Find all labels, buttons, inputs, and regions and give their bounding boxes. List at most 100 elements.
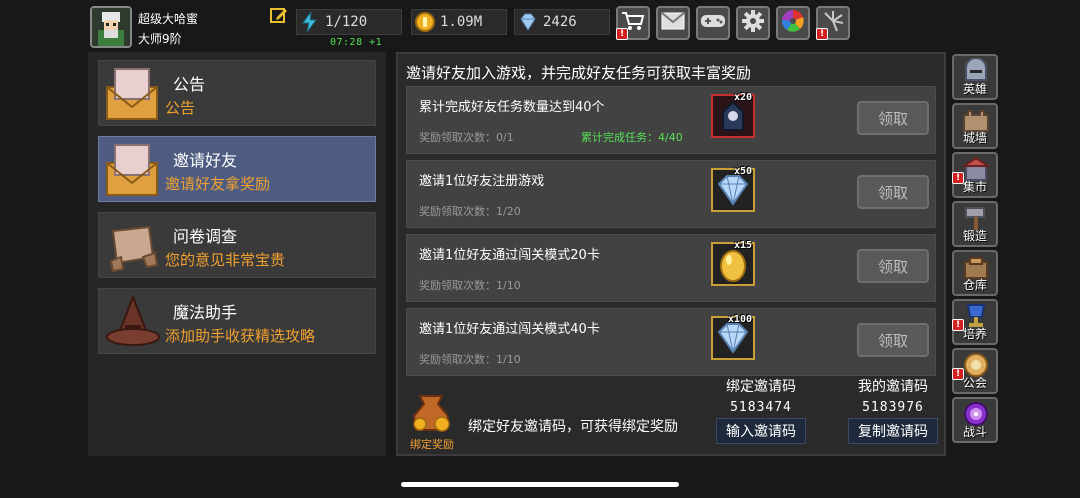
invite-header: 邀请好友加入游戏，并完成好友任务可获取丰富奖励 [406, 64, 752, 82]
input-code-button[interactable]: 输入邀请码 [716, 418, 806, 444]
my-code-label: 我的邀请码 [858, 379, 928, 395]
color-wheel-icon [781, 9, 805, 37]
sidebar-wall-button[interactable]: 城墙 [952, 103, 998, 149]
sidebar-label: 培养 [962, 327, 987, 341]
sidebar-label: 仓库 [962, 278, 987, 292]
claim-button[interactable]: 领取 [857, 323, 929, 357]
task-claim-count: 奖励领取次数：0/1 [419, 131, 514, 144]
reward-item[interactable]: x20 [711, 92, 755, 140]
left-menu-panel: 公告 公告 邀请好友 邀请好友拿奖励 问卷调查 您的意见非常宝贵 魔法助手 添加… [88, 52, 386, 456]
envelope-icon [103, 65, 161, 123]
sidebar-label: 锻造 [962, 229, 987, 243]
sidebar-forge-button[interactable]: 锻造 [952, 201, 998, 247]
gold-display: 1.09M [411, 9, 507, 35]
reward-item[interactable]: x100 [711, 314, 755, 362]
task-title: 邀请1位好友注册游戏 [419, 174, 545, 189]
menu-item-announcement[interactable]: 公告 公告 [98, 60, 376, 126]
reward-item[interactable]: x50 [711, 166, 755, 214]
reward-item[interactable]: x15 [711, 240, 755, 288]
loot-bag-icon [406, 386, 456, 434]
bound-code-label: 绑定邀请码 [726, 379, 796, 395]
gem-icon [517, 11, 539, 33]
player-rank: 大师9阶 [138, 32, 182, 46]
task-row: 累计完成好友任务数量达到40个 奖励领取次数：0/1 累计完成任务：4/40 x… [406, 86, 936, 154]
energy-display: 1/120 [296, 9, 402, 35]
task-row: 邀请1位好友通过闯关模式40卡 奖励领取次数：1/10 x100 领取 [406, 308, 936, 376]
bound-code-column: 绑定邀请码 5183474 输入邀请码 [706, 376, 816, 444]
menu-title: 邀请好友 [173, 151, 238, 170]
task-title: 邀请1位好友通过闯关模式40卡 [419, 322, 600, 337]
player-avatar[interactable] [90, 6, 132, 48]
diamond-icon [713, 175, 753, 214]
bind-description: 绑定好友邀请码，可获得绑定奖励 [468, 419, 678, 435]
lightning-icon [299, 11, 321, 33]
claim-button[interactable]: 领取 [857, 175, 929, 209]
invite-panel: 邀请好友加入游戏，并完成好友任务可获取丰富奖励 累计完成好友任务数量达到40个 … [396, 52, 946, 456]
alert-badge: ! [616, 28, 628, 40]
color-wheel-button[interactable] [776, 6, 810, 40]
sidebar-hero-button[interactable]: 英雄 [952, 54, 998, 100]
diamond-icon [713, 323, 753, 362]
task-claim-count: 奖励领取次数：1/20 [419, 205, 521, 218]
home-indicator[interactable] [401, 482, 679, 487]
reward-quantity: x100 [727, 314, 752, 325]
menu-title: 问卷调查 [173, 227, 238, 246]
task-row: 邀请1位好友注册游戏 奖励领取次数：1/20 x50 领取 [406, 160, 936, 228]
menu-title: 公告 [173, 75, 206, 94]
task-row: 邀请1位好友通过闯关模式20卡 奖励领取次数：1/10 x15 领取 [406, 234, 936, 302]
bind-code-area: 绑定奖励 绑定好友邀请码，可获得绑定奖励 绑定邀请码 5183474 输入邀请码… [406, 376, 938, 451]
alert-badge: ! [816, 28, 828, 40]
reward-quantity: x50 [733, 166, 752, 177]
task-progress: 累计完成任务：4/40 [581, 131, 683, 144]
sidebar-label: 英雄 [962, 82, 987, 96]
player-name: 超级大哈蜜 [138, 12, 199, 26]
hooded-figure-icon [713, 100, 753, 140]
task-title: 邀请1位好友通过闯关模式20卡 [419, 248, 600, 263]
sidebar-label: 公会 [962, 376, 987, 390]
sidebar-label: 集市 [962, 180, 987, 194]
energy-value: 1/120 [325, 14, 368, 30]
sidebar-train-button[interactable]: ! 培养 [952, 299, 998, 345]
bind-reward-label: 绑定奖励 [410, 438, 454, 451]
gem-value: 2426 [543, 14, 577, 30]
sidebar-label: 城墙 [962, 131, 987, 145]
settings-button[interactable] [736, 6, 770, 40]
envelope-icon [103, 141, 161, 199]
sidebar-battle-button[interactable]: 战斗 [952, 397, 998, 443]
task-claim-count: 奖励领取次数：1/10 [419, 279, 521, 292]
menu-title: 魔法助手 [173, 303, 238, 322]
claim-button[interactable]: 领取 [857, 249, 929, 283]
edit-name-icon[interactable] [270, 6, 288, 24]
reward-quantity: x20 [733, 92, 752, 103]
menu-item-magic-assistant[interactable]: 魔法助手 添加助手收获精选攻略 [98, 288, 376, 354]
menu-subtitle: 邀请好友拿奖励 [165, 175, 271, 193]
scroll-icon [103, 217, 161, 275]
menu-subtitle: 公告 [165, 99, 196, 117]
copy-code-button[interactable]: 复制邀请码 [848, 418, 938, 444]
mail-icon [661, 12, 685, 34]
bound-code-value: 5183474 [730, 400, 792, 415]
golden-egg-icon [713, 250, 753, 288]
claim-button[interactable]: 领取 [857, 101, 929, 135]
task-title: 累计完成好友任务数量达到40个 [419, 100, 605, 115]
gamepad-icon [700, 12, 726, 34]
gamepad-button[interactable] [696, 6, 730, 40]
energy-timer: 07:28 +1 [330, 37, 383, 48]
mail-button[interactable] [656, 6, 690, 40]
sidebar-guild-button[interactable]: ! 公会 [952, 348, 998, 394]
events-button[interactable]: ! [816, 6, 850, 40]
shop-button[interactable]: ! [616, 6, 650, 40]
gear-icon [741, 9, 765, 37]
my-code-column: 我的邀请码 5183976 复制邀请码 [838, 376, 948, 444]
menu-subtitle: 添加助手收获精选攻略 [165, 327, 316, 345]
menu-item-survey[interactable]: 问卷调查 您的意见非常宝贵 [98, 212, 376, 278]
menu-item-invite-friends[interactable]: 邀请好友 邀请好友拿奖励 [98, 136, 376, 202]
sidebar-label: 战斗 [962, 425, 987, 439]
menu-subtitle: 您的意见非常宝贵 [165, 251, 286, 269]
sidebar-market-button[interactable]: ! 集市 [952, 152, 998, 198]
witch-hat-icon [103, 293, 161, 351]
gold-coin-icon [414, 11, 436, 33]
sidebar-warehouse-button[interactable]: 仓库 [952, 250, 998, 296]
reward-quantity: x15 [733, 240, 752, 251]
task-claim-count: 奖励领取次数：1/10 [419, 353, 521, 366]
